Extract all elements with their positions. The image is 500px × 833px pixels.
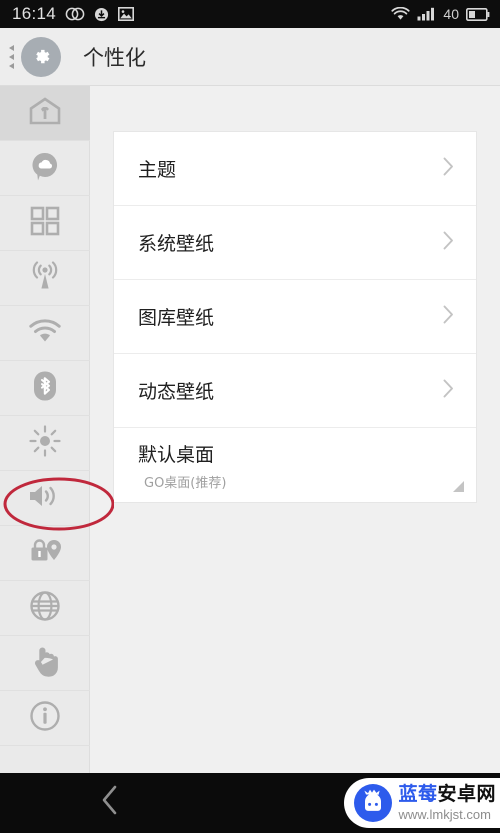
sidebar-item-sound[interactable] (0, 471, 90, 526)
row-text-group: 图库壁纸 (138, 303, 214, 330)
sidebar-item-about[interactable] (0, 691, 90, 746)
status-bar-right: 40 (391, 6, 490, 22)
corner-triangle-icon (453, 481, 464, 492)
list-item-default-launcher[interactable]: 默认桌面 GO桌面(推荐) (114, 428, 476, 502)
sidebar-item-display[interactable] (0, 416, 90, 471)
lock-location-icon (27, 536, 63, 571)
chevron-right-icon (443, 305, 454, 328)
image-icon (118, 7, 135, 21)
blueberry-android-logo-icon (354, 784, 393, 822)
watermark-brand-black: 安卓网 (437, 783, 496, 805)
list-item-label: 图库壁纸 (138, 307, 215, 329)
apps-grid-icon (30, 206, 60, 241)
sidebar-item-apps[interactable] (0, 196, 90, 251)
chevron-right-icon (443, 379, 454, 402)
sidebar-item-language[interactable] (0, 581, 90, 636)
watermark-brand-blue: 蓝莓 (398, 783, 438, 805)
list-item-label: 系统壁纸 (138, 233, 215, 255)
status-bar-left: 16:14 (12, 4, 135, 24)
sidebar (0, 86, 90, 773)
gear-icon[interactable] (21, 36, 61, 77)
sidebar-item-network[interactable] (0, 251, 90, 306)
watermark: 蓝莓安卓网 www.lmkjst.com (344, 778, 500, 828)
row-text-group: 动态壁纸 (138, 377, 214, 404)
list-item[interactable]: 系统壁纸 (114, 206, 476, 280)
touch-hand-icon (30, 645, 60, 682)
status-clock: 16:14 (12, 4, 57, 23)
home-personalization-icon (28, 96, 62, 131)
list-item-label: 动态壁纸 (138, 381, 215, 403)
sidebar-item-gestures[interactable] (0, 636, 90, 691)
settings-list-card: 主题 系统壁纸 图库壁纸 动态壁纸 默认桌面 GO桌面(推荐) (113, 131, 477, 503)
chevron-right-icon (443, 231, 454, 254)
chevron-right-icon (443, 157, 454, 180)
watermark-url: www.lmkjst.com (398, 807, 491, 822)
info-circle-icon (29, 700, 61, 737)
list-item[interactable]: 图库壁纸 (114, 280, 476, 354)
content-area: 主题 系统壁纸 图库壁纸 动态壁纸 默认桌面 GO桌面(推荐) (90, 86, 500, 773)
bluetooth-icon (32, 370, 58, 407)
navigation-bar: 蓝莓安卓网 www.lmkjst.com (0, 773, 500, 833)
sidebar-item-personalization[interactable] (0, 86, 90, 141)
status-bar: 16:14 40 (0, 0, 500, 28)
list-item-label: 默认桌面 (138, 443, 215, 466)
drag-handle-icon[interactable] (3, 44, 19, 69)
brightness-sun-icon (29, 424, 61, 462)
sidebar-item-cloud[interactable] (0, 141, 90, 196)
row-text-group: 系统壁纸 (138, 229, 214, 256)
battery-icon (466, 7, 490, 21)
sidebar-item-wifi[interactable] (0, 306, 90, 361)
list-item-sublabel: GO桌面(推荐) (144, 475, 227, 491)
row-text-group: 默认桌面 GO桌面(推荐) (138, 440, 226, 491)
cloud-chat-icon (29, 150, 61, 187)
volume-speaker-icon (27, 482, 63, 515)
signal-bars-icon (417, 7, 436, 21)
list-item[interactable]: 主题 (114, 132, 476, 206)
page-title: 个性化 (83, 45, 146, 70)
sidebar-item-bluetooth[interactable] (0, 361, 90, 416)
back-chevron-icon[interactable] (100, 784, 120, 822)
dual-circles-icon (65, 7, 85, 21)
list-item[interactable]: 动态壁纸 (114, 354, 476, 428)
wifi-icon (28, 318, 62, 349)
broadcast-antenna-icon (28, 260, 62, 296)
wifi-icon (391, 7, 411, 21)
sidebar-item-privacy[interactable] (0, 526, 90, 581)
list-item-label: 主题 (138, 159, 177, 181)
row-text-group: 主题 (138, 155, 176, 182)
download-sync-icon (94, 7, 109, 22)
watermark-texts: 蓝莓安卓网 www.lmkjst.com (398, 785, 496, 822)
watermark-brand: 蓝莓安卓网 (398, 785, 496, 804)
globe-icon (29, 590, 61, 627)
title-bar: 个性化 (0, 28, 500, 86)
battery-percent-label: 40 (443, 6, 459, 22)
phone-screen: 16:14 40 个性化 主题 系统壁纸 图库壁纸 动态壁纸 默认桌面 GO桌面… (0, 0, 500, 833)
